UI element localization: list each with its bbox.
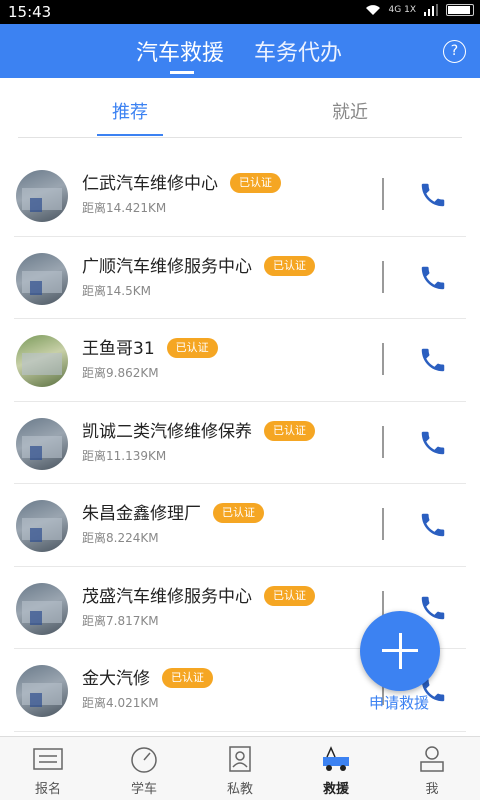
nav-rescue-label: 救援 — [322, 782, 349, 797]
avatar — [16, 335, 68, 387]
coach-icon — [229, 746, 251, 772]
subtab-indicator — [97, 134, 163, 136]
signal-icon — [424, 4, 438, 16]
network-label: 4G 1X — [388, 5, 416, 15]
separator — [382, 343, 384, 375]
form-icon — [33, 748, 63, 770]
nav-signup[interactable]: 报名 — [0, 737, 96, 801]
wifi-icon — [365, 5, 380, 15]
verified-badge: 已认证 — [162, 668, 213, 688]
avatar — [16, 500, 68, 552]
nav-learn-driving-label: 学车 — [130, 782, 157, 797]
plus-icon-vertical — [398, 633, 402, 669]
phone-icon[interactable] — [418, 428, 448, 458]
distance: 距离14.5KM — [82, 283, 151, 298]
distance: 距离7.817KM — [82, 613, 159, 628]
speedometer-icon — [131, 747, 157, 773]
garage-name-text: 广顺汽车维修服务中心 — [82, 256, 252, 277]
garage-name-text: 朱昌金鑫修理厂 — [82, 504, 201, 524]
distance: 距离14.421KM — [82, 201, 167, 215]
separator — [382, 260, 384, 293]
nav-private-coach-label: 私教 — [226, 782, 253, 797]
garage-name-text: 凯诚二类汽修维修保养 — [82, 421, 252, 442]
verified-badge: 已认证 — [166, 338, 218, 358]
verified-badge: 已认证 — [264, 255, 315, 276]
garage-name-text: 王鱼哥31 — [82, 339, 155, 359]
separator — [382, 178, 384, 210]
phone-icon[interactable] — [418, 180, 448, 210]
verified-badge: 已认证 — [264, 585, 315, 606]
nav-private-coach[interactable]: 私教 — [192, 737, 288, 801]
status-time: 15:43 — [8, 3, 52, 21]
verified-badge: 已认证 — [213, 503, 264, 523]
garage-name: 仁武汽车维修中心 已认证 — [82, 169, 281, 194]
tab-recommended[interactable]: 推荐 — [112, 98, 148, 124]
distance: 距离4.021KM — [82, 696, 159, 710]
garage-name: 广顺汽车维修服务中心 已认证 — [82, 252, 315, 277]
list-item[interactable]: 凯诚二类汽修维修保养 已认证 距离11.139KM — [14, 402, 466, 484]
garage-name-text: 金大汽修 — [82, 669, 150, 689]
status-bar: 15:43 4G 1X — [0, 0, 480, 24]
avatar — [16, 170, 68, 222]
garage-name: 凯诚二类汽修维修保养 已认证 — [82, 417, 315, 442]
distance: 距离9.862KM — [82, 366, 159, 380]
tow-truck-icon — [323, 746, 349, 771]
help-icon[interactable]: ? — [443, 40, 466, 63]
nav-me[interactable]: 我 — [384, 737, 480, 801]
list-item[interactable]: 朱昌金鑫修理厂 已认证 距离8.224KM — [14, 484, 466, 567]
garage-name-text: 仁武汽车维修中心 — [82, 174, 218, 194]
nav-me-label: 我 — [425, 782, 439, 797]
tab-indicator — [170, 71, 194, 74]
request-rescue-button[interactable] — [360, 611, 440, 691]
separator — [382, 508, 384, 540]
distance: 距离11.139KM — [82, 448, 167, 463]
garage-name: 朱昌金鑫修理厂 已认证 — [82, 499, 264, 524]
separator — [382, 425, 384, 458]
tab-nearby[interactable]: 就近 — [332, 98, 368, 124]
sub-tabs: 推荐 就近 — [0, 78, 480, 138]
list-item[interactable]: 王鱼哥31 已认证 距离9.862KM — [14, 319, 466, 402]
bottom-nav: 报名 学车 私教 救援 我 — [0, 736, 480, 800]
nav-signup-label: 报名 — [34, 782, 61, 797]
distance: 距离8.224KM — [82, 531, 159, 545]
top-header: 汽车救援 车务代办 ? — [0, 24, 480, 78]
request-rescue-label[interactable]: 申请救援 — [369, 692, 429, 713]
garage-name: 金大汽修 已认证 — [82, 664, 213, 689]
status-icons: 4G 1X — [365, 4, 474, 16]
garage-name: 茂盛汽车维修服务中心 已认证 — [82, 582, 315, 607]
avatar — [16, 665, 68, 717]
phone-icon[interactable] — [418, 263, 448, 293]
avatar — [16, 417, 68, 470]
phone-icon[interactable] — [418, 510, 448, 540]
profile-icon — [420, 746, 444, 772]
garage-name-text: 茂盛汽车维修服务中心 — [82, 586, 252, 607]
battery-icon — [446, 4, 474, 16]
tab-car-services[interactable]: 车务代办 — [254, 35, 342, 67]
avatar — [16, 582, 68, 635]
list-item[interactable]: 广顺汽车维修服务中心 已认证 距离14.5KM — [14, 237, 466, 319]
garage-name: 王鱼哥31 已认证 — [82, 334, 218, 359]
verified-badge: 已认证 — [230, 173, 281, 193]
avatar — [16, 252, 68, 305]
verified-badge: 已认证 — [264, 420, 315, 441]
nav-learn-driving[interactable]: 学车 — [96, 737, 192, 801]
list-item[interactable]: 仁武汽车维修中心 已认证 距离14.421KM — [14, 154, 466, 237]
tab-car-rescue[interactable]: 汽车救援 — [136, 35, 224, 67]
nav-rescue[interactable]: 救援 — [288, 737, 384, 801]
spacer — [0, 138, 480, 154]
phone-icon[interactable] — [418, 345, 448, 375]
